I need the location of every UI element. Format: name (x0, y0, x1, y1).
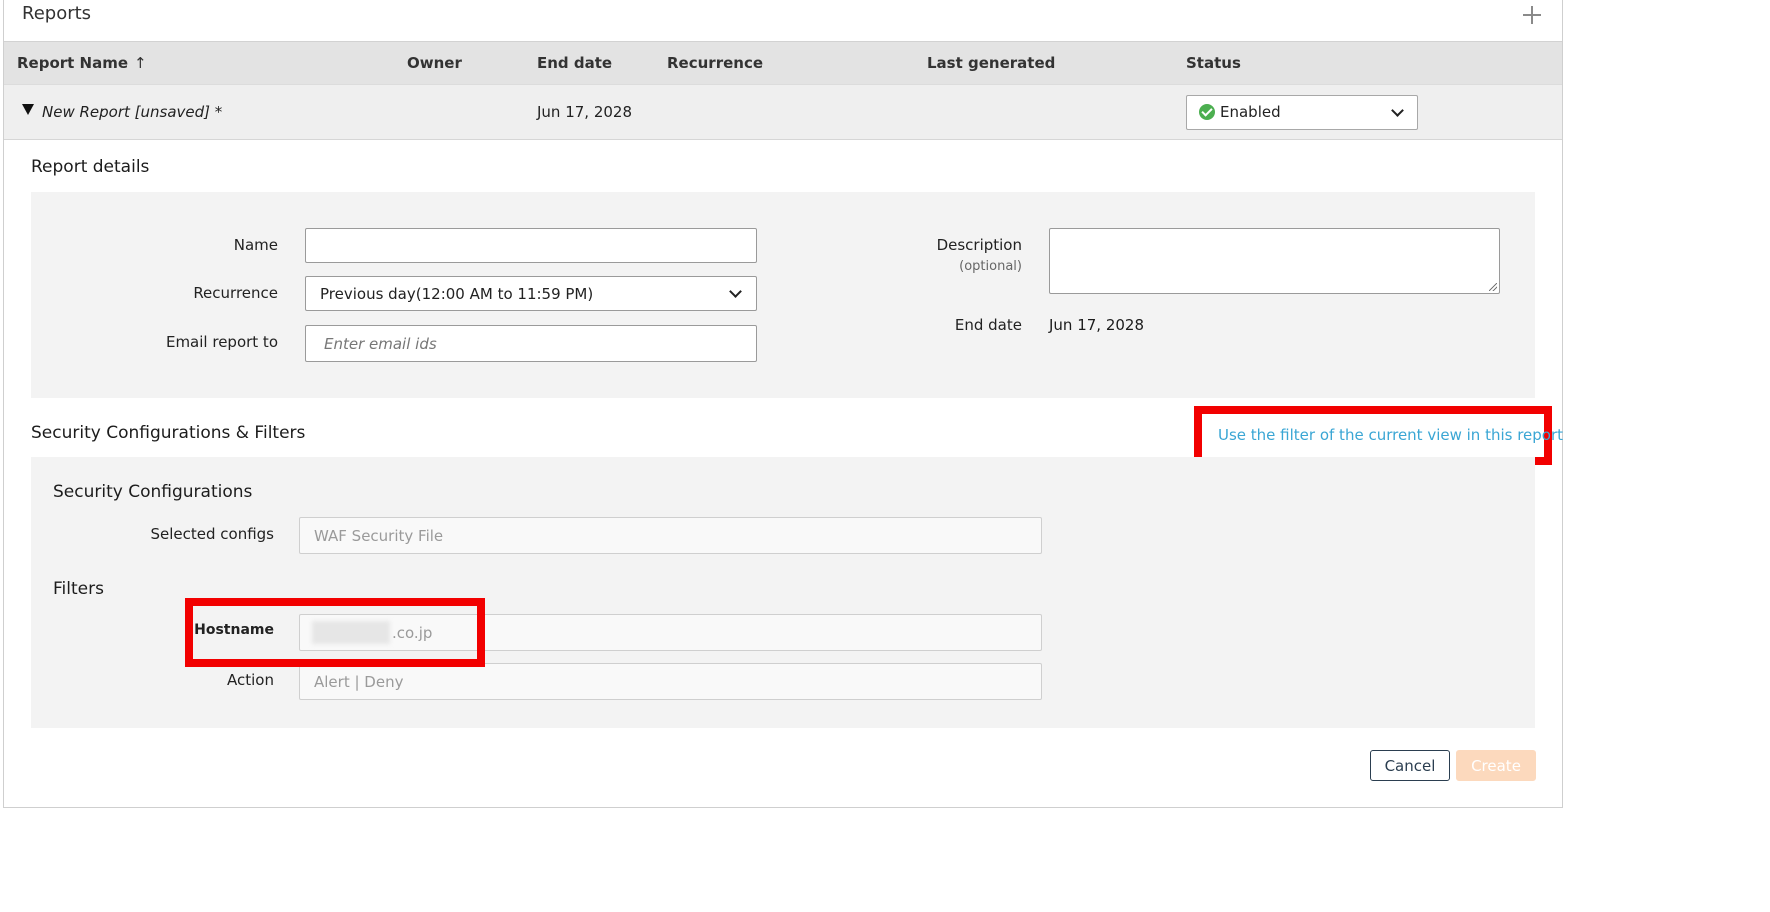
create-button[interactable]: Create (1456, 750, 1536, 781)
column-recurrence[interactable]: Recurrence (667, 54, 763, 72)
recurrence-label: Recurrence (193, 284, 278, 302)
selected-configs-label: Selected configs (150, 525, 274, 543)
name-input[interactable] (305, 228, 757, 263)
report-name-cell: New Report [unsaved] * (42, 103, 223, 121)
action-label: Action (227, 671, 274, 689)
email-input[interactable]: Enter email ids (305, 325, 757, 362)
resize-handle-icon[interactable] (1489, 283, 1497, 291)
plus-icon[interactable] (1520, 3, 1544, 27)
check-circle-icon (1199, 104, 1215, 120)
security-filters-box: Security Configurations Selected configs… (31, 457, 1535, 728)
email-label: Email report to (165, 333, 278, 351)
name-label: Name (233, 236, 278, 254)
selected-configs-input: WAF Security File (299, 517, 1042, 554)
recurrence-value: Previous day(12:00 AM to 11:59 PM) (320, 284, 594, 303)
highlight-box-hostname (185, 598, 485, 667)
security-filters-title: Security Configurations & Filters (31, 423, 306, 443)
security-configurations-title: Security Configurations (53, 482, 253, 502)
action-input: Alert | Deny (299, 663, 1042, 700)
chevron-down-icon (729, 285, 742, 298)
use-current-filter-link[interactable]: Use the filter of the current view in th… (1218, 426, 1563, 444)
end-date-label: End date (954, 316, 1022, 334)
status-value: Enabled (1220, 103, 1281, 121)
column-report-name[interactable]: Report Name ↑ (17, 54, 147, 72)
status-select[interactable]: Enabled (1186, 95, 1418, 130)
reports-panel: Reports Report Name ↑ Owner End date Recu… (3, 0, 1563, 808)
filters-title: Filters (53, 579, 104, 599)
report-details-title: Report details (31, 157, 150, 177)
email-placeholder: Enter email ids (324, 334, 437, 353)
recurrence-select[interactable]: Previous day(12:00 AM to 11:59 PM) (305, 276, 757, 311)
description-label: Description (936, 236, 1022, 254)
end-date-value: Jun 17, 2028 (1049, 316, 1145, 334)
table-row[interactable]: New Report [unsaved] * Jun 17, 2028 Enab… (4, 84, 1562, 140)
cancel-button[interactable]: Cancel (1370, 750, 1450, 781)
column-label: Report Name (17, 54, 129, 72)
description-optional-label: (optional) (959, 259, 1022, 274)
description-textarea[interactable] (1049, 228, 1500, 294)
collapse-triangle-icon[interactable] (22, 104, 34, 115)
table-header: Report Name ↑ Owner End date Recurrence L… (4, 41, 1562, 84)
report-details-box: Name Recurrence Previous day(12:00 AM to… (31, 192, 1535, 398)
column-end-date[interactable]: End date (537, 54, 612, 72)
column-status[interactable]: Status (1186, 54, 1241, 72)
column-owner[interactable]: Owner (407, 54, 462, 72)
sort-ascending-icon[interactable]: ↑ (134, 54, 147, 72)
column-last-generated[interactable]: Last generated (927, 54, 1055, 72)
end-date-cell: Jun 17, 2028 (537, 103, 633, 121)
page-title: Reports (22, 3, 92, 24)
chevron-down-icon (1391, 104, 1404, 117)
